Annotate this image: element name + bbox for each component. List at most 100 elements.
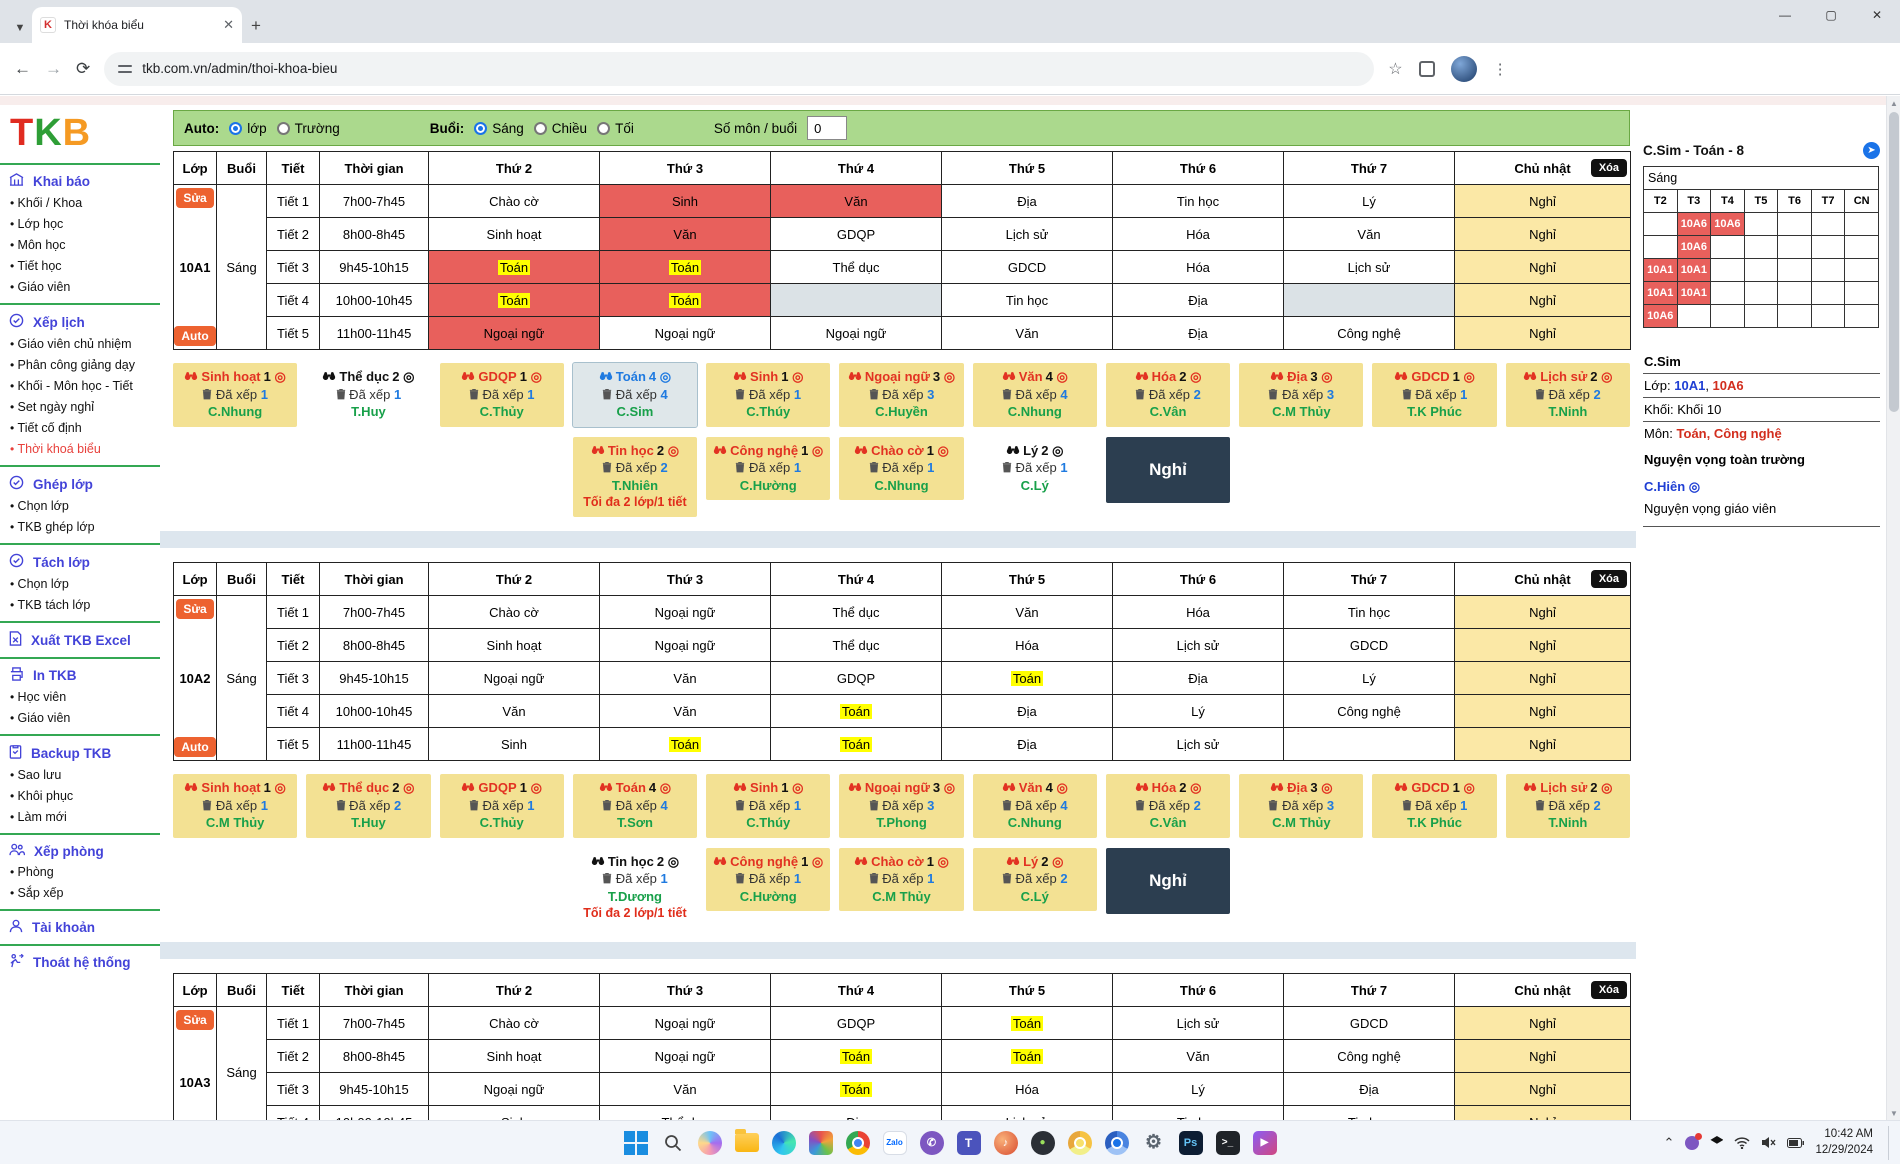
timetable-cell[interactable]: Chào cờ [429, 1007, 600, 1040]
sidebar-section-title-7[interactable]: Xếp phòng [0, 843, 160, 859]
timetable-cell[interactable]: Lịch sử [1284, 251, 1455, 284]
timetable-cell[interactable]: GDCD [942, 251, 1113, 284]
trash-icon[interactable] [1535, 798, 1545, 813]
search-icon[interactable] [659, 1129, 687, 1157]
edit-button[interactable]: Sửa [176, 188, 213, 208]
view-icon[interactable]: ◎ [1601, 780, 1612, 795]
trash-icon[interactable] [602, 387, 612, 402]
timetable-cell[interactable]: Địa [942, 185, 1113, 218]
sidebar-section-title-6[interactable]: Backup TKB [0, 744, 160, 762]
view-icon[interactable]: ◎ [1190, 780, 1201, 795]
timetable-cell[interactable]: Nghỉ [1455, 695, 1631, 728]
timetable-cell[interactable]: Ngoại ngữ [429, 1073, 600, 1106]
sidebar-section-title-3[interactable]: Tách lớp [0, 553, 160, 571]
session-radio[interactable] [474, 122, 487, 135]
profile-avatar[interactable] [1451, 56, 1477, 82]
subject-chip[interactable]: Sinh hoạt1 ◎ Đã xếp 1C.M Thủy [173, 774, 297, 838]
subject-chip[interactable]: Lịch sử2 ◎ Đã xếp 2T.Ninh [1506, 774, 1630, 838]
trash-icon[interactable] [869, 798, 879, 813]
timetable-cell[interactable]: Ngoại ngữ [429, 317, 600, 350]
view-icon[interactable]: ◎ [668, 443, 679, 458]
mini-grid-cell[interactable]: 10A1 [1644, 259, 1678, 282]
timetable-cell[interactable]: GDCD [1284, 629, 1455, 662]
view-icon[interactable]: ◎ [275, 780, 286, 795]
mini-grid-cell[interactable] [1811, 236, 1845, 259]
subject-chip[interactable]: Ngoại ngữ3 ◎ Đã xếp 3C.Huyền [839, 363, 963, 427]
view-icon[interactable]: ◎ [1056, 780, 1067, 795]
site-info-icon[interactable] [118, 63, 132, 75]
timetable-cell[interactable]: GDQP [771, 218, 942, 251]
timetable-cell[interactable]: Toán [771, 1073, 942, 1106]
timetable-cell[interactable]: Nghỉ [1455, 284, 1631, 317]
trash-icon[interactable] [1268, 387, 1278, 402]
mini-grid-cell[interactable]: 10A6 [1711, 213, 1745, 236]
sidebar-item[interactable]: Chọn lớp [0, 573, 160, 594]
view-icon[interactable]: ◎ [275, 369, 286, 384]
trash-icon[interactable] [336, 387, 346, 402]
timetable-cell[interactable] [771, 284, 942, 317]
subject-chip[interactable]: Thể dục2 ◎ Đã xếp 2T.Huy [306, 774, 430, 838]
sidebar-section-title-2[interactable]: Ghép lớp [0, 475, 160, 493]
timetable-cell[interactable]: Nghỉ [1455, 1073, 1631, 1106]
scrollbar-thumb[interactable] [1889, 112, 1899, 412]
trash-icon[interactable] [735, 798, 745, 813]
subject-chip[interactable]: Hóa2 ◎ Đã xếp 2C.Vân [1106, 774, 1230, 838]
mini-grid-cell[interactable] [1778, 282, 1812, 305]
timetable-cell[interactable]: Lý [1284, 662, 1455, 695]
mini-grid-cell[interactable] [1811, 282, 1845, 305]
teacher-view-icon[interactable]: ➤ [1863, 142, 1880, 159]
trash-icon[interactable] [869, 871, 879, 886]
dropbox-tray-icon[interactable] [1710, 1136, 1723, 1149]
timetable-cell[interactable]: Văn [942, 317, 1113, 350]
view-icon[interactable]: ◎ [531, 369, 542, 384]
mini-grid-cell[interactable] [1711, 305, 1745, 328]
sidebar-item[interactable]: Phòng [0, 861, 160, 882]
scroll-up-icon[interactable]: ▲ [1887, 96, 1900, 110]
timetable-cell[interactable] [1284, 728, 1455, 761]
mini-grid-cell[interactable] [1778, 259, 1812, 282]
subject-chip[interactable]: Hóa2 ◎ Đã xếp 2C.Vân [1106, 363, 1230, 427]
subject-chip[interactable]: Lịch sử2 ◎ Đã xếp 2T.Ninh [1506, 363, 1630, 427]
auto-option[interactable]: lớp [219, 121, 266, 136]
timetable-cell[interactable]: Địa [1113, 662, 1284, 695]
timetable-cell[interactable]: Toán [942, 1007, 1113, 1040]
minimize-button[interactable]: — [1762, 0, 1808, 30]
view-icon[interactable]: ◎ [812, 443, 823, 458]
sidebar-item[interactable]: Tiết cố định [0, 417, 160, 438]
timetable-cell[interactable]: Nghỉ [1455, 662, 1631, 695]
trash-icon[interactable] [1535, 387, 1545, 402]
mini-grid-cell[interactable] [1845, 236, 1879, 259]
sidebar-item[interactable]: Giáo viên [0, 276, 160, 297]
view-icon[interactable]: ◎ [938, 854, 949, 869]
timetable-cell[interactable]: Lịch sử [1113, 629, 1284, 662]
view-icon[interactable]: ◎ [660, 780, 671, 795]
timetable-cell[interactable]: Sinh hoạt [429, 629, 600, 662]
settings-icon[interactable]: ⚙ [1140, 1129, 1168, 1157]
mini-grid-cell[interactable] [1811, 259, 1845, 282]
sidebar-item[interactable]: Khôi phục [0, 785, 160, 806]
trash-icon[interactable] [336, 798, 346, 813]
subject-chip[interactable]: Sinh hoạt1 ◎ Đã xếp 1C.Nhung [173, 363, 297, 427]
timetable-cell[interactable]: Nghỉ [1455, 218, 1631, 251]
view-icon[interactable]: ◎ [403, 780, 414, 795]
back-icon[interactable]: ← [14, 59, 31, 79]
timetable-cell[interactable]: Ngoại ngữ [429, 662, 600, 695]
subject-chip[interactable]: Địa3 ◎ Đã xếp 3C.M Thủy [1239, 774, 1363, 838]
mini-grid-cell[interactable] [1845, 305, 1879, 328]
teacher-class-link-2[interactable]: 10A6 [1713, 378, 1744, 393]
reload-icon[interactable]: ⟳ [76, 59, 90, 79]
edge-icon[interactable] [770, 1129, 798, 1157]
timetable-cell[interactable]: Toán [429, 251, 600, 284]
timetable-cell[interactable]: Ngoại ngữ [771, 317, 942, 350]
mini-grid-cell[interactable]: 10A1 [1677, 282, 1711, 305]
sidebar-item[interactable]: Set ngày nghỉ [0, 396, 160, 417]
timetable-cell[interactable]: Hóa [942, 1073, 1113, 1106]
mini-grid-cell[interactable] [1744, 213, 1778, 236]
show-desktop-button[interactable] [1888, 1126, 1892, 1160]
mini-grid-cell[interactable] [1845, 213, 1879, 236]
mini-grid-cell[interactable]: 10A1 [1644, 282, 1678, 305]
sidebar-item[interactable]: Giáo viên chủ nhiệm [0, 333, 160, 354]
tkb-logo[interactable]: TKB [0, 108, 160, 163]
forward-icon[interactable]: → [45, 59, 62, 79]
session-option[interactable]: Tối [587, 121, 634, 136]
